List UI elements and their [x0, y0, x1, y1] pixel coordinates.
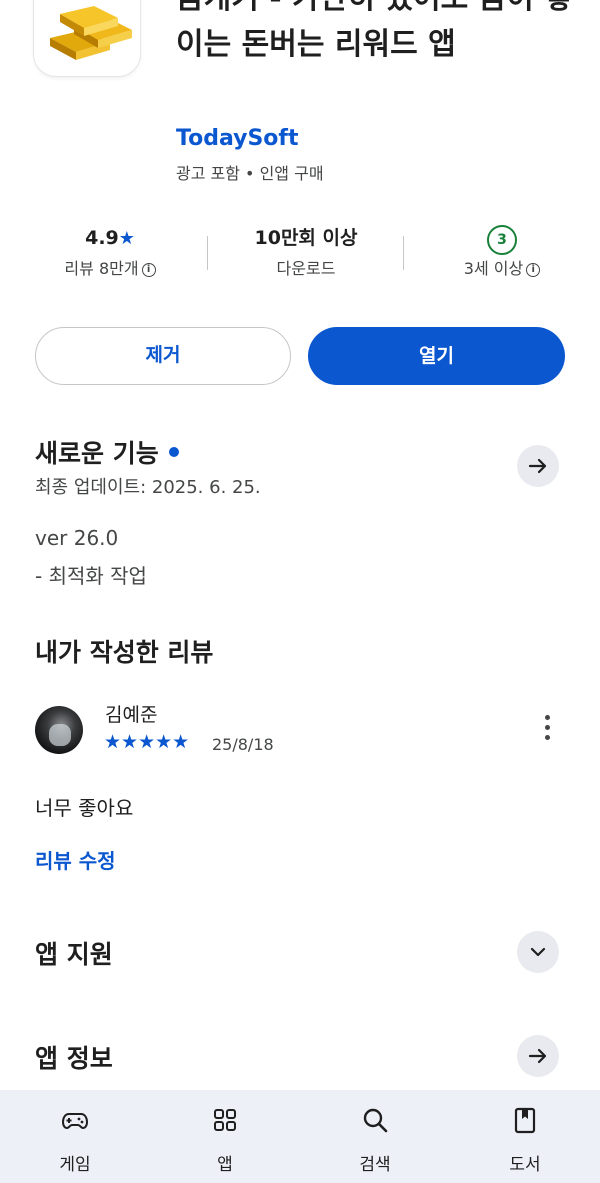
review-text: 너무 좋아요	[35, 796, 134, 820]
whats-new-arrow-button[interactable]	[517, 445, 559, 487]
age-rating-badge: 3	[487, 225, 517, 255]
remove-button[interactable]: 제거	[35, 327, 291, 385]
star-icon: ★	[118, 228, 135, 249]
whats-new-title: 새로운 기능	[35, 434, 179, 470]
edit-review-link[interactable]: 리뷰 수정	[35, 845, 116, 874]
info-icon: i	[526, 262, 541, 277]
search-icon	[363, 1108, 388, 1133]
app-icon	[34, 0, 140, 76]
downloads-stat: 10만회 이상 다운로드	[208, 222, 404, 284]
reviews-count: 리뷰 8만개	[64, 259, 139, 278]
developer-link[interactable]: TodaySoft	[176, 126, 299, 151]
nav-item-books[interactable]: 도서	[450, 1090, 600, 1183]
app-support-expand-button[interactable]	[517, 931, 559, 973]
downloads-value: 10만회 이상	[254, 227, 358, 249]
nav-item-apps[interactable]: 앱	[150, 1090, 300, 1183]
app-meta-info: 광고 포함 • 인앱 구매	[176, 164, 324, 183]
app-info-arrow-button[interactable]	[517, 1035, 559, 1077]
gold-bars-icon	[50, 6, 132, 60]
stats-row: 4.9★ 리뷰 8만개 i 10만회 이상 다운로드 3 3세 이상 i	[0, 222, 600, 292]
age-rating-stat[interactable]: 3 3세 이상 i	[404, 222, 600, 284]
avatar	[35, 706, 83, 754]
app-info-title: 앱 정보	[35, 1044, 113, 1073]
rating-value: 4.9	[85, 227, 119, 249]
release-notes: - 최적화 작업	[35, 564, 147, 588]
arrow-right-icon	[528, 458, 547, 474]
chevron-down-icon	[530, 947, 546, 957]
bottom-navigation: 게임 앱 검색 도서	[0, 1090, 600, 1183]
app-support-title: 앱 지원	[35, 940, 113, 969]
reviewer-name: 김예준	[105, 704, 158, 726]
book-icon	[514, 1107, 536, 1134]
my-review-title: 내가 작성한 리뷰	[35, 638, 214, 667]
app-title: 금캐기 - 가만히 있어도 금이 쌓이는 돈버는 리워드 앱	[176, 0, 572, 62]
nav-label-games: 게임	[59, 1155, 91, 1175]
nav-label-books: 도서	[509, 1155, 541, 1175]
last-updated: 최종 업데이트: 2025. 6. 25.	[35, 477, 261, 498]
nav-label-search: 검색	[359, 1155, 391, 1175]
review-date: 25/8/18	[212, 735, 274, 754]
nav-item-search[interactable]: 검색	[300, 1090, 450, 1183]
gamepad-icon	[61, 1113, 89, 1130]
review-stars: ★★★★★	[104, 731, 190, 753]
rating-stat[interactable]: 4.9★ 리뷰 8만개 i	[12, 222, 208, 284]
info-icon: i	[141, 262, 156, 277]
age-rating-label: 3세 이상	[463, 259, 524, 278]
apps-grid-icon	[214, 1109, 236, 1131]
nav-label-apps: 앱	[217, 1155, 233, 1175]
nav-item-games[interactable]: 게임	[0, 1090, 150, 1183]
more-options-icon[interactable]	[537, 715, 557, 747]
arrow-right-icon	[528, 1048, 547, 1064]
downloads-label: 다운로드	[276, 259, 336, 278]
open-button[interactable]: 열기	[308, 327, 565, 385]
new-indicator-dot	[168, 447, 179, 457]
version-text: ver 26.0	[35, 526, 119, 550]
